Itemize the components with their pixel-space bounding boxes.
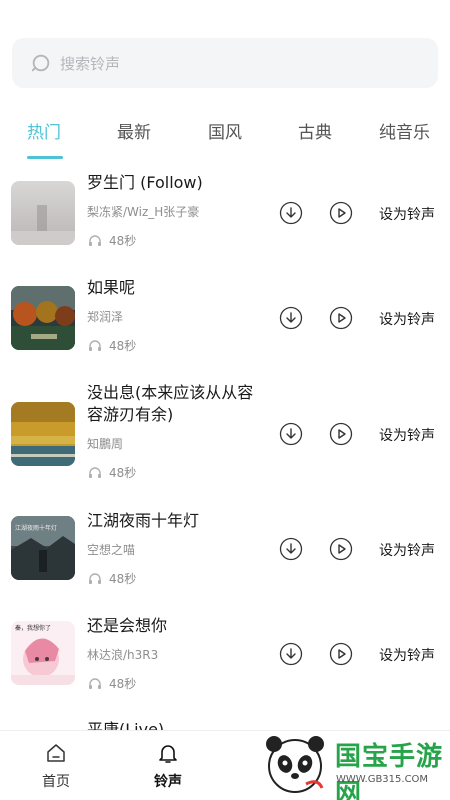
watermark-url: WWW.GB315.COM bbox=[336, 774, 429, 785]
song-title: 罗生门 (Follow) bbox=[87, 173, 203, 192]
download-button[interactable] bbox=[279, 537, 303, 561]
download-button[interactable] bbox=[279, 422, 303, 446]
song-artist: 梨冻紧/Wiz_H张子豪 bbox=[87, 205, 200, 219]
category-tabs: 热门 最新 国风 古典 纯音乐 bbox=[0, 112, 450, 162]
headphones-icon bbox=[89, 234, 101, 246]
panda-logo-icon bbox=[266, 736, 324, 793]
play-button[interactable] bbox=[329, 306, 353, 330]
headphones-icon bbox=[89, 466, 101, 478]
song-artist: 知鵬周 bbox=[87, 437, 124, 451]
song-title: 如果呢 bbox=[87, 278, 136, 297]
play-button[interactable] bbox=[329, 422, 353, 446]
download-icon bbox=[279, 537, 303, 561]
play-button[interactable] bbox=[329, 537, 353, 561]
play-icon bbox=[329, 642, 353, 666]
nav-ringtone[interactable]: 铃声 bbox=[138, 741, 198, 791]
watermark: 国宝手游网 WWW.GB315.COM bbox=[250, 724, 450, 800]
set-ringtone-button[interactable]: 设为铃声 bbox=[379, 204, 435, 224]
cover-image: 江湖夜雨十年灯 bbox=[11, 516, 75, 580]
song-title: 没出息(本来应该从从容容游刃有余) bbox=[87, 383, 254, 424]
song-duration: 48秒 bbox=[109, 339, 137, 353]
song-artist: 林达浪/h3R3 bbox=[87, 648, 159, 662]
play-icon bbox=[329, 306, 353, 330]
play-icon bbox=[329, 201, 353, 225]
tab-classical[interactable]: 古典 bbox=[298, 118, 332, 143]
song-artist: 郑润泽 bbox=[87, 310, 124, 324]
play-icon bbox=[329, 537, 353, 561]
cover-image bbox=[11, 286, 75, 350]
set-ringtone-button[interactable]: 设为铃声 bbox=[379, 540, 435, 560]
download-button[interactable] bbox=[279, 306, 303, 330]
tab-hot[interactable]: 热门 bbox=[27, 118, 61, 143]
cover-text: 秦，我想你了 bbox=[15, 624, 51, 632]
headphones-icon bbox=[89, 677, 101, 689]
bell-icon bbox=[159, 745, 177, 763]
search-bar[interactable]: 搜索铃声 bbox=[12, 38, 438, 88]
download-icon bbox=[279, 201, 303, 225]
active-tab-indicator bbox=[27, 156, 63, 159]
tab-pure-music[interactable]: 纯音乐 bbox=[379, 118, 430, 143]
song-duration: 48秒 bbox=[109, 234, 137, 248]
set-ringtone-button[interactable]: 设为铃声 bbox=[379, 645, 435, 665]
download-icon bbox=[279, 306, 303, 330]
tab-new[interactable]: 最新 bbox=[117, 118, 151, 143]
set-ringtone-button[interactable]: 设为铃声 bbox=[379, 309, 435, 329]
download-icon bbox=[279, 642, 303, 666]
watermark-brand: 国宝手游网 bbox=[335, 742, 444, 800]
song-duration: 48秒 bbox=[109, 466, 137, 480]
nav-home[interactable]: 首页 bbox=[26, 741, 86, 791]
play-button[interactable] bbox=[329, 642, 353, 666]
set-ringtone-button[interactable]: 设为铃声 bbox=[379, 425, 435, 445]
headphones-icon bbox=[89, 339, 101, 351]
play-icon bbox=[329, 422, 353, 446]
nav-home-label: 首页 bbox=[42, 774, 70, 790]
nav-ringtone-label: 铃声 bbox=[154, 774, 182, 790]
song-title: 江湖夜雨十年灯 bbox=[87, 511, 200, 530]
home-icon bbox=[47, 744, 65, 762]
search-input[interactable]: 搜索铃声 bbox=[60, 53, 120, 74]
cover-image: 秦，我想你了 bbox=[11, 621, 75, 685]
cover-text: 江湖夜雨十年灯 bbox=[15, 524, 57, 532]
download-button[interactable] bbox=[279, 642, 303, 666]
download-icon bbox=[279, 422, 303, 446]
cover-image bbox=[11, 402, 75, 466]
song-duration: 48秒 bbox=[109, 572, 137, 586]
download-button[interactable] bbox=[279, 201, 303, 225]
song-title: 还是会想你 bbox=[87, 616, 168, 635]
play-button[interactable] bbox=[329, 201, 353, 225]
cover-image bbox=[11, 181, 75, 245]
song-artist: 空想之喵 bbox=[87, 543, 136, 557]
headphones-icon bbox=[89, 572, 101, 584]
song-duration: 48秒 bbox=[109, 677, 137, 691]
search-icon bbox=[31, 54, 50, 72]
tab-guofeng[interactable]: 国风 bbox=[208, 118, 242, 143]
